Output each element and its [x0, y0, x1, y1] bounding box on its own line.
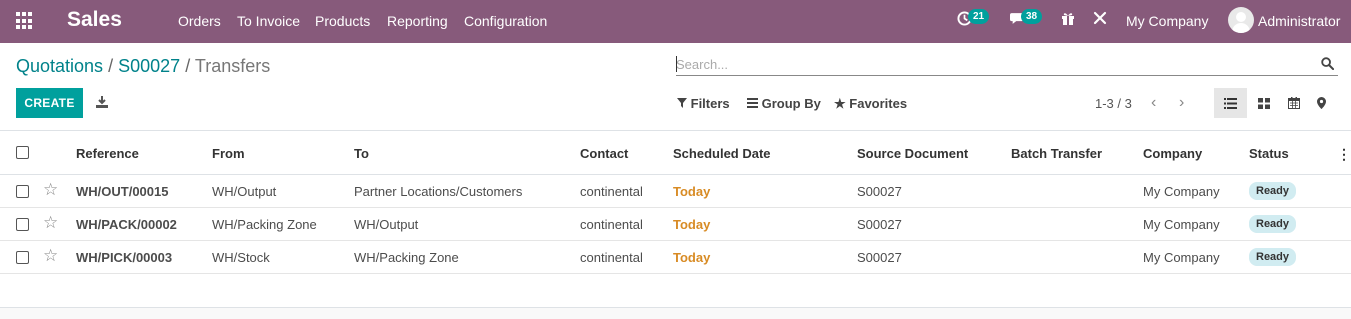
breadcrumb-order[interactable]: S00027 [118, 56, 180, 76]
search-icon[interactable] [1321, 57, 1335, 75]
activity-count-badge: 21 [968, 9, 990, 24]
column-contact[interactable]: Contact [580, 146, 628, 161]
table-row[interactable]: ☆ WH/PACK/00002 WH/Packing Zone WH/Outpu… [0, 208, 1351, 241]
cell-scheduled-date: Today [673, 250, 711, 265]
top-navbar: Sales Orders To Invoice Products Reporti… [0, 0, 1351, 43]
menu-reporting[interactable]: Reporting [387, 13, 448, 29]
search-box [676, 54, 1338, 76]
user-menu[interactable]: Administrator [1258, 13, 1340, 29]
menu-orders[interactable]: Orders [178, 13, 221, 29]
filters-dropdown[interactable]: Filters [677, 96, 730, 111]
breadcrumb: Quotations / S00027 / Transfers [16, 56, 270, 77]
apps-menu-icon[interactable] [16, 12, 34, 30]
cell-reference: WH/OUT/00015 [76, 184, 169, 199]
table-footer [0, 307, 1351, 319]
map-view-icon[interactable] [1305, 88, 1338, 118]
pager-next-icon[interactable]: › [1179, 94, 1184, 112]
favorites-label: Favorites [849, 96, 908, 111]
priority-star-icon[interactable]: ☆ [43, 214, 58, 231]
menu-configuration[interactable]: Configuration [464, 13, 547, 29]
groupby-label: Group By [761, 96, 821, 111]
app-brand[interactable]: Sales [67, 8, 122, 32]
status-badge: Ready [1249, 182, 1297, 200]
column-to[interactable]: To [354, 146, 369, 161]
breadcrumb-quotations[interactable]: Quotations [16, 56, 103, 76]
cell-to: WH/Packing Zone [354, 250, 459, 265]
table-row[interactable]: ☆ WH/PICK/00003 WH/Stock WH/Packing Zone… [0, 241, 1351, 274]
column-reference[interactable]: Reference [76, 146, 139, 161]
row-checkbox[interactable] [16, 185, 29, 198]
company-switcher[interactable]: My Company [1126, 13, 1208, 29]
cell-scheduled-date: Today [673, 217, 711, 232]
breadcrumb-current: Transfers [194, 56, 271, 76]
cell-contact: continental [580, 217, 643, 232]
column-status[interactable]: Status [1249, 146, 1289, 161]
cell-to: WH/Output [354, 217, 419, 232]
priority-star-icon[interactable]: ☆ [43, 181, 58, 198]
cell-source-document: S00027 [857, 217, 902, 232]
column-source-document[interactable]: Source Document [857, 146, 968, 161]
cell-reference: WH/PACK/00002 [76, 217, 177, 232]
search-input[interactable] [676, 54, 1306, 74]
cell-source-document: S00027 [857, 250, 902, 265]
cell-contact: continental [580, 250, 643, 265]
select-all-checkbox[interactable] [16, 146, 29, 159]
column-scheduled-date[interactable]: Scheduled Date [673, 146, 771, 161]
kanban-view-icon[interactable] [1247, 88, 1280, 118]
star-icon: ★ [834, 96, 846, 111]
list-view-icon[interactable] [1214, 88, 1247, 118]
cell-contact: continental [580, 184, 643, 199]
column-from[interactable]: From [212, 146, 245, 161]
download-icon[interactable] [96, 95, 108, 113]
user-avatar[interactable] [1228, 7, 1254, 33]
cell-source-document: S00027 [857, 184, 902, 199]
row-checkbox[interactable] [16, 218, 29, 231]
cell-from: WH/Packing Zone [212, 217, 317, 232]
pager-value[interactable]: 1-3 / 3 [1095, 96, 1132, 111]
breadcrumb-separator: / [108, 56, 114, 76]
optional-columns-icon[interactable]: ⋮ [1337, 146, 1351, 163]
gift-icon[interactable] [1061, 11, 1075, 30]
menu-products[interactable]: Products [315, 13, 370, 29]
cell-scheduled-date: Today [673, 184, 711, 199]
groupby-dropdown[interactable]: Group By [747, 96, 821, 111]
column-batch-transfer[interactable]: Batch Transfer [1011, 146, 1102, 161]
cell-from: WH/Output [212, 184, 277, 199]
create-button[interactable]: CREATE [16, 88, 83, 118]
cell-to: Partner Locations/Customers [354, 184, 523, 199]
cell-company: My Company [1143, 184, 1220, 199]
menu-to-invoice[interactable]: To Invoice [237, 13, 300, 29]
messages-count-badge: 38 [1021, 9, 1043, 24]
breadcrumb-separator: / [185, 56, 191, 76]
table-row[interactable]: ☆ WH/OUT/00015 WH/Output Partner Locatio… [0, 175, 1351, 208]
pager-previous-icon[interactable]: ‹ [1151, 94, 1156, 112]
filters-label: Filters [690, 96, 730, 111]
cell-reference: WH/PICK/00003 [76, 250, 173, 265]
filter-icon [677, 96, 687, 111]
priority-star-icon[interactable]: ☆ [43, 247, 58, 264]
cell-company: My Company [1143, 217, 1220, 232]
cell-company: My Company [1143, 250, 1220, 265]
column-company[interactable]: Company [1143, 146, 1202, 161]
cell-from: WH/Stock [212, 250, 270, 265]
favorites-dropdown[interactable]: ★ Favorites [834, 96, 907, 112]
table-header: Reference From To Contact Scheduled Date… [0, 130, 1351, 175]
status-badge: Ready [1249, 248, 1297, 266]
status-badge: Ready [1249, 215, 1297, 233]
list-bars-icon [747, 96, 758, 111]
debug-tools-icon[interactable] [1093, 11, 1107, 30]
row-checkbox[interactable] [16, 251, 29, 264]
text-cursor [676, 56, 677, 72]
